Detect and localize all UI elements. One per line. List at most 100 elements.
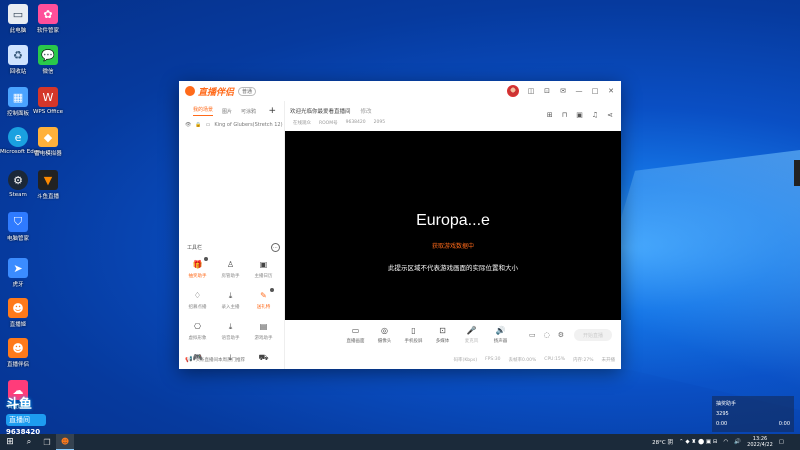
tool-record[interactable]: ⤓ 录入主播 [214, 290, 247, 310]
gift-icon[interactable]: ⊞ [547, 111, 553, 119]
desktop-icon-douyu[interactable]: ▼ 斗鱼直播 [30, 170, 66, 200]
helper-title: 抽奖助手 [716, 401, 737, 407]
tool-gift[interactable]: ✎ 送礼特 [247, 288, 280, 310]
scene-source-row[interactable]: 👁 🔒 ▭ King of Glubers(Stretch 12) [179, 116, 284, 128]
maximize-icon[interactable]: □ [591, 87, 599, 95]
settings-icon[interactable]: ⚙ [558, 331, 564, 339]
clock-date: 2022/4/22 [747, 442, 773, 448]
desktop-icon-live-companion-b[interactable]: ☻ 直播伴侣 [0, 338, 36, 368]
desktop-icon-live-companion-a[interactable]: ☻ 直播姬 [0, 298, 36, 328]
preview-loading-text: 获取游戏数据中 [431, 243, 474, 250]
tool-lottery[interactable]: 🎁 抽奖助手 [181, 257, 214, 279]
tool-room-manager[interactable]: ♙ 房管助手 [214, 259, 247, 279]
desktop-icon-pc-manager[interactable]: ⛉ 电脑管家 [0, 212, 36, 242]
user-icon: ♙ [226, 260, 235, 269]
stream-preview[interactable]: Europa...e 获取游戏数据中 此提示区域不代表游戏画面的实际位置和大小 [285, 131, 621, 320]
tool-game-helper[interactable]: ▤ 游戏助手 [247, 321, 280, 341]
status-bitrate: 码率(Kbps) [453, 358, 478, 363]
avatar[interactable] [507, 85, 519, 97]
wardrobe-icon[interactable]: ◫ [527, 87, 535, 95]
taskbar: ⊞ ⌕ ❐ ☻ 28°C 阴 ⌃ ◆ ♜ ⬤ ▣ ⊟ ◠ 🔊 13:26 202… [0, 434, 800, 450]
preview-hint-text: 此提示区域不代表游戏画面的实际位置和大小 [388, 264, 518, 272]
tool-calendar[interactable]: ▣ 主播日历 [247, 259, 280, 279]
desktop-icon-wechat[interactable]: 💬 微信 [30, 45, 66, 75]
preview-game-title: Europa...e [416, 212, 490, 229]
speaker-icon: 🔊 [495, 326, 506, 335]
scene-sidebar: 我的场景 图片 可涂鸦 + 👁 🔒 ▭ King of Glubers(Stre… [179, 101, 285, 369]
mic-button[interactable]: 🎤 麦克风 [457, 326, 486, 344]
media-button[interactable]: ⊡ 多媒体 [428, 326, 457, 344]
speaker-button[interactable]: 🔊 扬声器 [486, 326, 515, 344]
mic-icon: 🎤 [466, 326, 477, 335]
status-bar: 码率(Kbps) FPS:30 丢帧率0.00% CPU:15% 内存:27% … [285, 357, 615, 363]
companion-icon: ☻ [8, 338, 28, 358]
main-area: 欢迎光临你最爱看直播间 修改 在线观众 ROOM号 9638420 2095 ⊞… [285, 101, 621, 369]
tool-avatar[interactable]: ⎔ 虚拟形象 [181, 321, 214, 341]
camera-button[interactable]: ◎ 摄像头 [370, 326, 399, 344]
steam-icon: ⚙ [8, 170, 28, 190]
notice-bar[interactable]: 📢 头条直播间本周热门推荐 [185, 356, 245, 363]
message-icon[interactable]: ✉ [559, 87, 567, 95]
lottery-helper-panel[interactable]: 抽奖助手 3295 0:00 0:00 [712, 396, 794, 432]
desktop-icon-ldplayer[interactable]: ◆ 雷电模拟器 [30, 127, 66, 157]
tool-voice[interactable]: ⤓ 语音助手 [214, 321, 247, 341]
new-dot [204, 257, 208, 261]
volume-icon[interactable]: 🔊 [734, 439, 741, 445]
plugin-icon: ⎔ [194, 322, 201, 331]
companion-icon: ☻ [8, 298, 28, 318]
desktop-icon-app-store[interactable]: ✿ 软件管家 [30, 4, 66, 34]
share-icon[interactable]: ⋖ [607, 111, 613, 119]
room-title[interactable]: 欢迎光临你最爱看直播间 [290, 107, 351, 115]
notification-icon[interactable]: ▢ [779, 439, 784, 445]
more-tools-icon[interactable]: ⋯ [271, 243, 280, 252]
edge-icon: e [8, 127, 28, 147]
tab-doodle[interactable]: 可涂鸦 [241, 108, 256, 115]
phone-cast-button[interactable]: ▯ 手机投屏 [399, 326, 428, 344]
search-icon[interactable]: ⌕ [20, 434, 38, 450]
lock-icon[interactable]: ⊓ [562, 111, 567, 119]
add-scene-button[interactable]: + [268, 106, 276, 116]
scene-tabs: 我的场景 图片 可涂鸦 + [179, 101, 284, 116]
recycle-bin-icon: ♻ [8, 45, 28, 65]
tray-icons[interactable]: ⌃ ◆ ♜ ⬤ ▣ ⊟ [679, 439, 717, 445]
weather-text[interactable]: 28°C 阴 [652, 438, 673, 446]
gift-icon: 🎁 [192, 260, 203, 269]
eye-icon[interactable]: 👁 [185, 122, 191, 128]
gift-icon[interactable]: ⊡ [543, 87, 551, 95]
control-panel-icon: ▦ [8, 87, 28, 107]
bell-icon[interactable]: ♫ [592, 111, 598, 119]
meta-room-label: ROOM号 [319, 121, 338, 126]
status-memory: 内存:27% [572, 358, 594, 363]
desktop-icon-wps[interactable]: W WPS Office [30, 87, 66, 115]
lock-icon[interactable]: 🔒 [195, 122, 201, 128]
notice-text: 头条直播间本周热门推荐 [195, 357, 245, 363]
clock[interactable]: 13:26 2022/4/22 [747, 436, 773, 448]
desktop-icon-huya[interactable]: ➤ 虎牙 [0, 258, 36, 288]
status-live: 未开播 [601, 358, 616, 363]
tab-my-scenes[interactable]: 我的场景 [193, 106, 214, 116]
minimize-icon[interactable]: — [575, 87, 583, 95]
version-badge[interactable]: 普通 [238, 86, 257, 96]
taskbar-live-companion-icon[interactable]: ☻ [56, 434, 74, 450]
task-view-icon[interactable]: ❐ [38, 434, 56, 450]
effects-icon[interactable]: ◌ [544, 331, 550, 339]
tool-car[interactable]: ⛟ [247, 352, 280, 366]
meta-count: 2095 [373, 120, 386, 125]
windows-start-icon[interactable]: ⊞ [0, 437, 20, 447]
monitor-icon: ▭ [205, 122, 211, 128]
tools-title: 工具栏 [187, 245, 203, 251]
tool-recruit[interactable]: ♢ 招募点播 [181, 290, 214, 310]
go-live-button[interactable]: 开始直播 [574, 329, 613, 341]
close-icon[interactable]: ✕ [607, 87, 615, 95]
network-icon[interactable]: ◠ [723, 439, 728, 445]
download-icon: ⤓ [228, 291, 233, 300]
download-icon: ⤓ [228, 322, 233, 331]
tab-images[interactable]: 图片 [222, 108, 232, 115]
edge-handle[interactable] [794, 160, 800, 186]
meta-viewers-label: 在线观众 [293, 121, 311, 126]
edit-title-link[interactable]: 修改 [361, 107, 372, 115]
screen-button[interactable]: ▭ 直播画面 [341, 326, 370, 344]
record-icon[interactable]: ▭ [529, 331, 536, 339]
wps-icon: W [38, 87, 58, 107]
save-icon[interactable]: ▣ [576, 111, 583, 119]
